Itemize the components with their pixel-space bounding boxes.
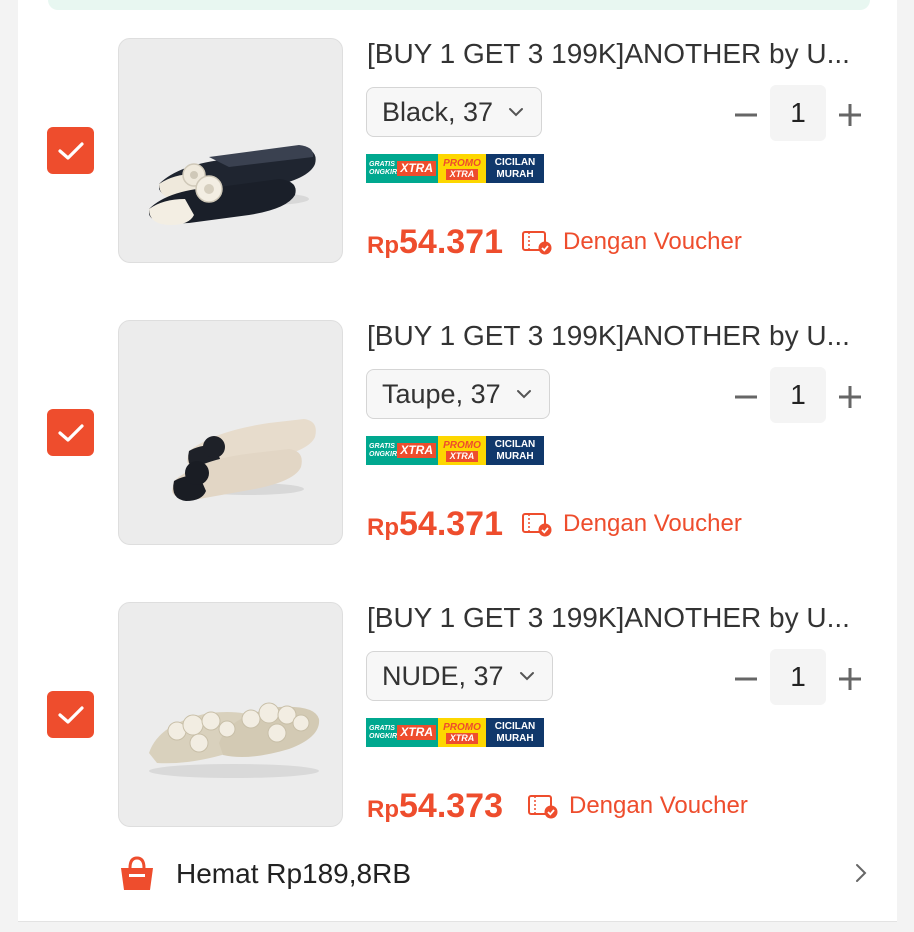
divider: [18, 921, 897, 922]
voucher-label: Dengan Voucher: [569, 792, 748, 819]
product-price: Rp 54.371: [367, 223, 503, 261]
cart-item: [BUY 1 GET 3 199K]ANOTHER by U... Taupe,…: [0, 320, 914, 552]
promo-xtra-badge: PROMO XTRA: [438, 436, 486, 465]
product-title[interactable]: [BUY 1 GET 3 199K]ANOTHER by U...: [367, 320, 867, 352]
product-image[interactable]: [118, 38, 343, 263]
qty-decrease-button[interactable]: [731, 100, 761, 130]
chevron-down-icon: [516, 390, 531, 399]
voucher-icon: [522, 231, 552, 255]
promo-badges: GRATIS ONGKIR XTRA PROMO XTRA CICILAN MU…: [366, 436, 544, 465]
gratis-ongkir-badge: GRATIS ONGKIR XTRA: [366, 154, 438, 183]
minus-icon: [735, 677, 757, 681]
minus-icon: [735, 395, 757, 399]
voucher-icon: [528, 795, 558, 819]
variant-selector[interactable]: Black, 37: [366, 87, 543, 137]
promo-xtra-badge: PROMO XTRA: [438, 718, 486, 747]
taupe-flat-shoe-image: [172, 419, 316, 501]
product-price: Rp 54.371: [367, 505, 503, 543]
qty-decrease-button[interactable]: [731, 664, 761, 694]
black-flat-shoe-image: [149, 145, 316, 225]
qty-input[interactable]: 1: [770, 367, 826, 423]
product-image[interactable]: [118, 320, 343, 545]
qty-increase-button[interactable]: [835, 100, 865, 130]
savings-row[interactable]: Hemat Rp189,8RB: [118, 852, 878, 896]
cicilan-murah-badge: CICILAN MURAH: [486, 154, 544, 183]
qty-increase-button[interactable]: [835, 664, 865, 694]
nude-pearl-slide-image: [149, 702, 320, 778]
gratis-ongkir-badge: GRATIS ONGKIR XTRA: [366, 718, 438, 747]
cart-item: [BUY 1 GET 3 199K]ANOTHER by U... Black,…: [0, 38, 914, 270]
top-strip: [48, 0, 870, 10]
voucher-info[interactable]: Dengan Voucher: [521, 228, 742, 256]
variant-selector[interactable]: Taupe, 37: [366, 369, 550, 419]
cart-item: [BUY 1 GET 3 199K]ANOTHER by U... NUDE, …: [0, 602, 914, 834]
voucher-label: Dengan Voucher: [563, 510, 742, 537]
chevron-down-icon: [509, 108, 524, 117]
chevron-right-icon: [856, 864, 867, 882]
variant-label: Taupe, 37: [382, 378, 501, 409]
variant-label: Black, 37: [382, 96, 494, 127]
qty-input[interactable]: 1: [770, 85, 826, 141]
promo-badges: GRATIS ONGKIR XTRA PROMO XTRA CICILAN MU…: [366, 154, 544, 183]
minus-icon: [735, 113, 757, 117]
item-checkbox[interactable]: [47, 691, 94, 738]
check-icon: [57, 423, 84, 442]
shopping-bag-icon: [121, 856, 153, 890]
item-checkbox[interactable]: [47, 409, 94, 456]
product-title[interactable]: [BUY 1 GET 3 199K]ANOTHER by U...: [367, 38, 867, 70]
chevron-down-icon: [519, 672, 534, 681]
voucher-icon: [522, 513, 552, 537]
item-checkbox[interactable]: [47, 127, 94, 174]
product-title[interactable]: [BUY 1 GET 3 199K]ANOTHER by U...: [367, 602, 867, 634]
voucher-info[interactable]: Dengan Voucher: [521, 510, 742, 538]
variant-selector[interactable]: NUDE, 37: [366, 651, 553, 701]
product-image[interactable]: [118, 602, 343, 827]
check-icon: [57, 705, 84, 724]
product-price: Rp 54.373: [367, 787, 503, 825]
qty-input[interactable]: 1: [770, 649, 826, 705]
cicilan-murah-badge: CICILAN MURAH: [486, 718, 544, 747]
variant-label: NUDE, 37: [382, 660, 504, 691]
voucher-label: Dengan Voucher: [563, 228, 742, 255]
plus-icon: [839, 668, 861, 690]
plus-icon: [839, 386, 861, 408]
check-icon: [57, 141, 84, 160]
cicilan-murah-badge: CICILAN MURAH: [486, 436, 544, 465]
promo-xtra-badge: PROMO XTRA: [438, 154, 486, 183]
promo-badges: GRATIS ONGKIR XTRA PROMO XTRA CICILAN MU…: [366, 718, 544, 747]
gratis-ongkir-badge: GRATIS ONGKIR XTRA: [366, 436, 438, 465]
qty-decrease-button[interactable]: [731, 382, 761, 412]
qty-increase-button[interactable]: [835, 382, 865, 412]
savings-label: Hemat Rp189,8RB: [176, 858, 412, 889]
plus-icon: [839, 104, 861, 126]
voucher-info[interactable]: Dengan Voucher: [527, 792, 748, 820]
